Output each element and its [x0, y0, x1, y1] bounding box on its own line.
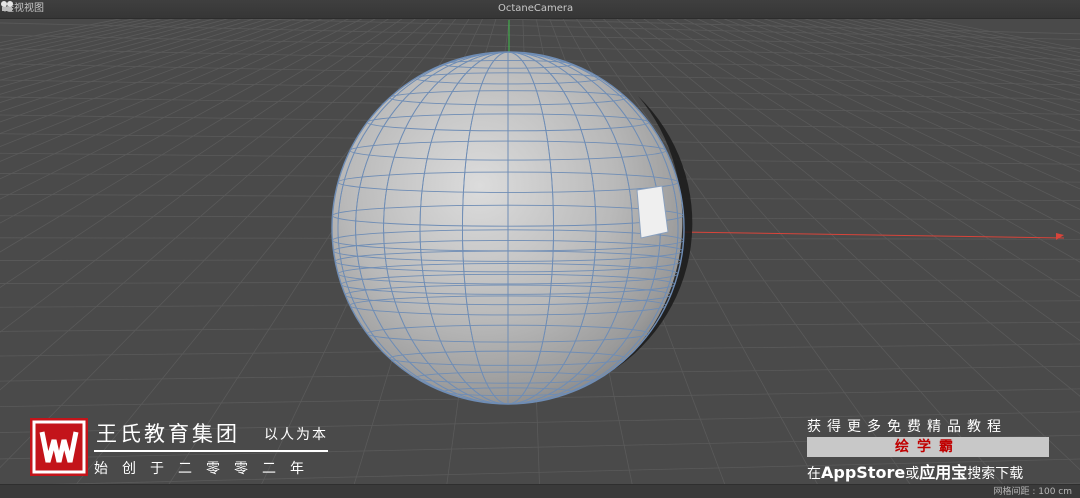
- company-name: 王氏教育集团: [96, 422, 240, 446]
- promo-suffix: 搜索下载: [967, 466, 1024, 482]
- wang-logo-icon: [30, 418, 88, 476]
- selected-polygon[interactable]: [636, 185, 669, 239]
- promo-title: 获得更多免费精品教程: [807, 419, 1007, 435]
- promo-prefix: 在: [807, 466, 821, 482]
- camera-label[interactable]: OctaneCamera: [498, 0, 573, 18]
- company-motto: 以人为本: [264, 427, 328, 443]
- company-founded: 始创于二零零二年: [94, 461, 318, 477]
- viewport-footer: 网格间距 : 100 cm: [0, 484, 1080, 498]
- promo-download-line: 在AppStore或应用宝搜索下载: [807, 459, 1023, 483]
- promo-or: 或: [905, 466, 920, 482]
- x-axis-line: [679, 231, 1065, 239]
- promo-store-yingyongbao: 应用宝: [919, 463, 968, 482]
- promo-app-banner: 绘学霸: [807, 437, 1049, 457]
- brand-divider: [94, 450, 328, 452]
- promo-store-appstore: AppStore: [821, 463, 906, 482]
- promo-app-name: 绘学霸: [895, 439, 961, 455]
- viewport-header: 透视视图 OctaneCamera: [0, 0, 1080, 19]
- camera-icon[interactable]: [0, 0, 14, 12]
- grid-spacing-readout: 网格间距 : 100 cm: [993, 487, 1072, 497]
